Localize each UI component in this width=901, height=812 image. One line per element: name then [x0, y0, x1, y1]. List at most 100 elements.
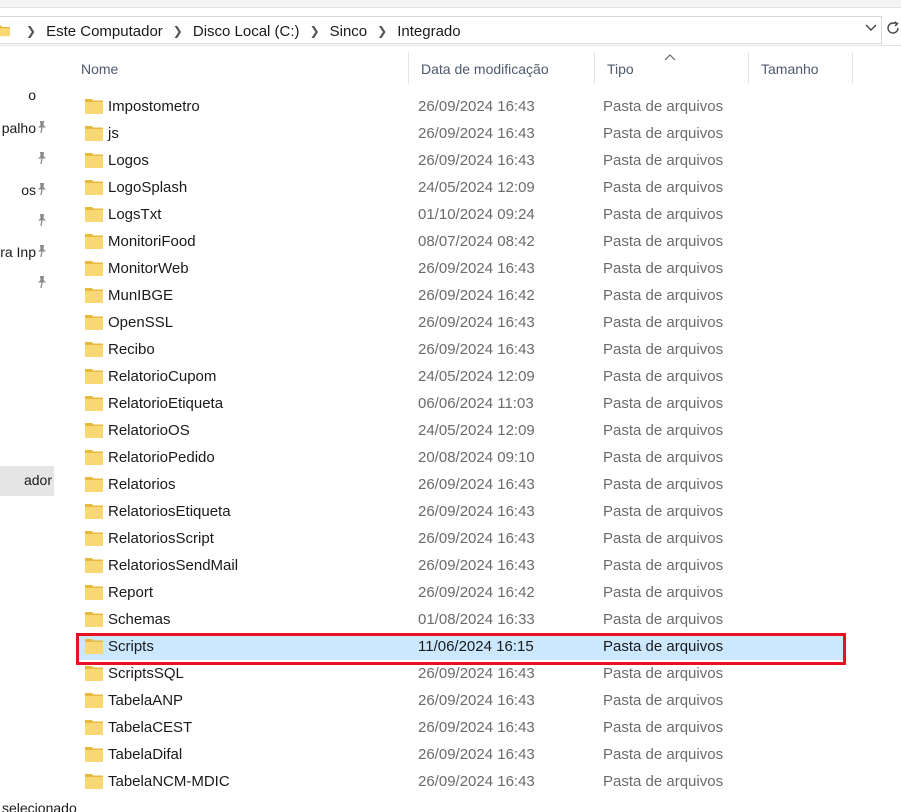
file-date: 26/09/2024 16:42 — [418, 584, 535, 601]
nav-item[interactable] — [0, 148, 58, 172]
file-row[interactable]: Schemas 01/08/2024 16:33 Pasta de arquivos — [76, 606, 846, 633]
folder-icon — [85, 233, 103, 249]
file-name: Impostometro — [108, 98, 200, 115]
file-name: js — [108, 125, 119, 142]
toolbar-strip — [0, 0, 901, 8]
nav-item[interactable]: o — [0, 84, 58, 108]
folder-icon — [85, 422, 103, 438]
nav-item[interactable]: palho — [0, 117, 58, 141]
file-row[interactable]: RelatorioOS 24/05/2024 12:09 Pasta de arqu… — [76, 417, 846, 444]
file-row[interactable]: RelatoriosScript 26/09/2024 16:43 Pasta de… — [76, 525, 846, 552]
nav-item-label: palho — [1, 120, 36, 136]
column-name[interactable]: Nome — [68, 50, 408, 86]
file-row[interactable]: MonitorWeb 26/09/2024 16:43 Pasta de arqui… — [76, 255, 846, 282]
file-row[interactable]: ScriptsSQL 26/09/2024 16:43 Pasta de arqui… — [76, 660, 846, 687]
breadcrumb: ❯ Este Computador ❯ Disco Local (C:) ❯ S… — [16, 17, 461, 45]
folder-icon — [85, 152, 103, 168]
folder-icon — [85, 638, 103, 654]
folder-icon — [85, 206, 103, 222]
file-name: TabelaDifal — [108, 746, 183, 763]
file-row[interactable]: Recibo 26/09/2024 16:43 Pasta de arquivos — [76, 336, 846, 363]
file-date: 26/09/2024 16:42 — [418, 287, 535, 304]
column-type-label: Tipo — [607, 61, 634, 77]
file-date: 20/08/2024 09:10 — [418, 449, 535, 466]
file-date: 26/09/2024 16:43 — [418, 260, 535, 277]
partial-row — [76, 86, 846, 88]
address-bar[interactable]: ❯ Este Computador ❯ Disco Local (C:) ❯ S… — [0, 14, 901, 46]
folder-icon — [85, 260, 103, 276]
file-type: Pasta de arquivos — [603, 665, 724, 682]
folder-icon — [85, 125, 103, 141]
file-name: Report — [108, 584, 154, 601]
file-row[interactable]: MonitoriFood 08/07/2024 08:42 Pasta de arq… — [76, 228, 846, 255]
file-row[interactable]: TabelaNCM-MDIC 26/09/2024 16:43 Pasta de a… — [76, 768, 846, 795]
nav-item[interactable]: os — [0, 179, 58, 203]
refresh-icon[interactable] — [886, 18, 901, 38]
folder-icon — [85, 611, 103, 627]
file-name: Schemas — [108, 611, 171, 628]
file-type: Pasta de arquivos — [603, 773, 724, 790]
nav-item-label: os — [21, 182, 36, 198]
file-type: Pasta de arquivos — [603, 287, 724, 304]
file-date: 01/08/2024 16:33 — [418, 611, 535, 628]
file-row[interactable]: MunIBGE 26/09/2024 16:42 Pasta de arquivos — [76, 282, 846, 309]
file-row[interactable]: RelatoriosEtiqueta 26/09/2024 16:43 Pasta … — [76, 498, 846, 525]
file-type: Pasta de arquivos — [603, 719, 724, 736]
column-date-label: Data de modificação — [421, 61, 549, 77]
file-row[interactable]: Relatorios 26/09/2024 16:43 Pasta de arqui… — [76, 471, 846, 498]
breadcrumb-item[interactable]: Este Computador — [46, 23, 163, 40]
file-date: 26/09/2024 16:43 — [418, 719, 535, 736]
file-row[interactable]: js 26/09/2024 16:43 Pasta de arquivos — [76, 120, 846, 147]
file-row[interactable]: Impostometro 26/09/2024 16:43 Pasta de arq… — [76, 93, 846, 120]
breadcrumb-item[interactable]: Sinco — [330, 23, 368, 40]
file-type: Pasta de arquivos — [603, 368, 724, 385]
folder-icon — [85, 584, 103, 600]
file-date: 26/09/2024 16:43 — [418, 665, 535, 682]
file-name: RelatorioEtiqueta — [108, 395, 224, 412]
file-type: Pasta de arquivos — [603, 98, 724, 115]
file-type: Pasta de arquivos — [603, 422, 724, 439]
column-size[interactable]: Tamanho — [748, 50, 852, 86]
file-date: 24/05/2024 12:09 — [418, 422, 535, 439]
file-row[interactable]: LogsTxt 01/10/2024 09:24 Pasta de arquivos — [76, 201, 846, 228]
sort-ascending-icon — [664, 50, 676, 61]
file-row[interactable]: RelatorioCupom 24/05/2024 12:09 Pasta de a… — [76, 363, 846, 390]
file-row[interactable]: TabelaDifal 26/09/2024 16:43 Pasta de arqu… — [76, 741, 846, 768]
file-date: 26/09/2024 16:43 — [418, 152, 535, 169]
nav-item[interactable]: ra Inp — [0, 241, 58, 265]
column-divider[interactable] — [852, 52, 853, 84]
breadcrumb-item[interactable]: Disco Local (C:) — [193, 23, 300, 40]
chevron-down-icon[interactable] — [862, 18, 880, 38]
file-row[interactable]: OpenSSL 26/09/2024 16:43 Pasta de arquivos — [76, 309, 846, 336]
folder-icon — [85, 665, 103, 681]
file-type: Pasta de arquivos — [603, 476, 724, 493]
breadcrumb-item[interactable]: Integrado — [397, 23, 460, 40]
file-row[interactable]: Logos 26/09/2024 16:43 Pasta de arquivos — [76, 147, 846, 174]
file-date: 11/06/2024 16:15 — [418, 638, 534, 655]
file-row[interactable]: RelatoriosSendMail 26/09/2024 16:43 Pasta … — [76, 552, 846, 579]
file-name: Relatorios — [108, 476, 176, 493]
file-row[interactable]: RelatorioPedido 20/08/2024 09:10 Pasta de … — [76, 444, 846, 471]
file-type: Pasta de arquivos — [603, 125, 724, 142]
file-name: OpenSSL — [108, 314, 174, 331]
file-row[interactable]: TabelaANP 26/09/2024 16:43 Pasta de arquiv… — [76, 687, 846, 714]
file-row[interactable]: Report 26/09/2024 16:42 Pasta de arquivos — [76, 579, 846, 606]
file-row[interactable]: LogoSplash 24/05/2024 12:09 Pasta de arqui… — [76, 174, 846, 201]
address-box[interactable]: ❯ Este Computador ❯ Disco Local (C:) ❯ S… — [0, 16, 882, 44]
column-date[interactable]: Data de modificação — [408, 50, 594, 86]
nav-item[interactable] — [0, 210, 58, 234]
column-name-label: Nome — [81, 61, 119, 77]
nav-item-selected[interactable]: ador — [0, 466, 54, 496]
file-type: Pasta de arquivos — [603, 530, 724, 547]
folder-icon — [85, 530, 103, 546]
file-type: Pasta de arquivos — [603, 503, 724, 520]
file-date: 26/09/2024 16:43 — [418, 503, 535, 520]
file-row[interactable]: Scripts 11/06/2024 16:15 Pasta de arquivos — [76, 633, 846, 660]
file-date: 26/09/2024 16:43 — [418, 530, 535, 547]
nav-item[interactable] — [0, 272, 58, 296]
file-name: TabelaCEST — [108, 719, 193, 736]
file-row[interactable]: TabelaCEST 26/09/2024 16:43 Pasta de arqui… — [76, 714, 846, 741]
file-row[interactable]: RelatorioEtiqueta 06/06/2024 11:03 Pasta d… — [76, 390, 846, 417]
file-date: 26/09/2024 16:43 — [418, 692, 535, 709]
file-date: 06/06/2024 11:03 — [418, 395, 534, 412]
